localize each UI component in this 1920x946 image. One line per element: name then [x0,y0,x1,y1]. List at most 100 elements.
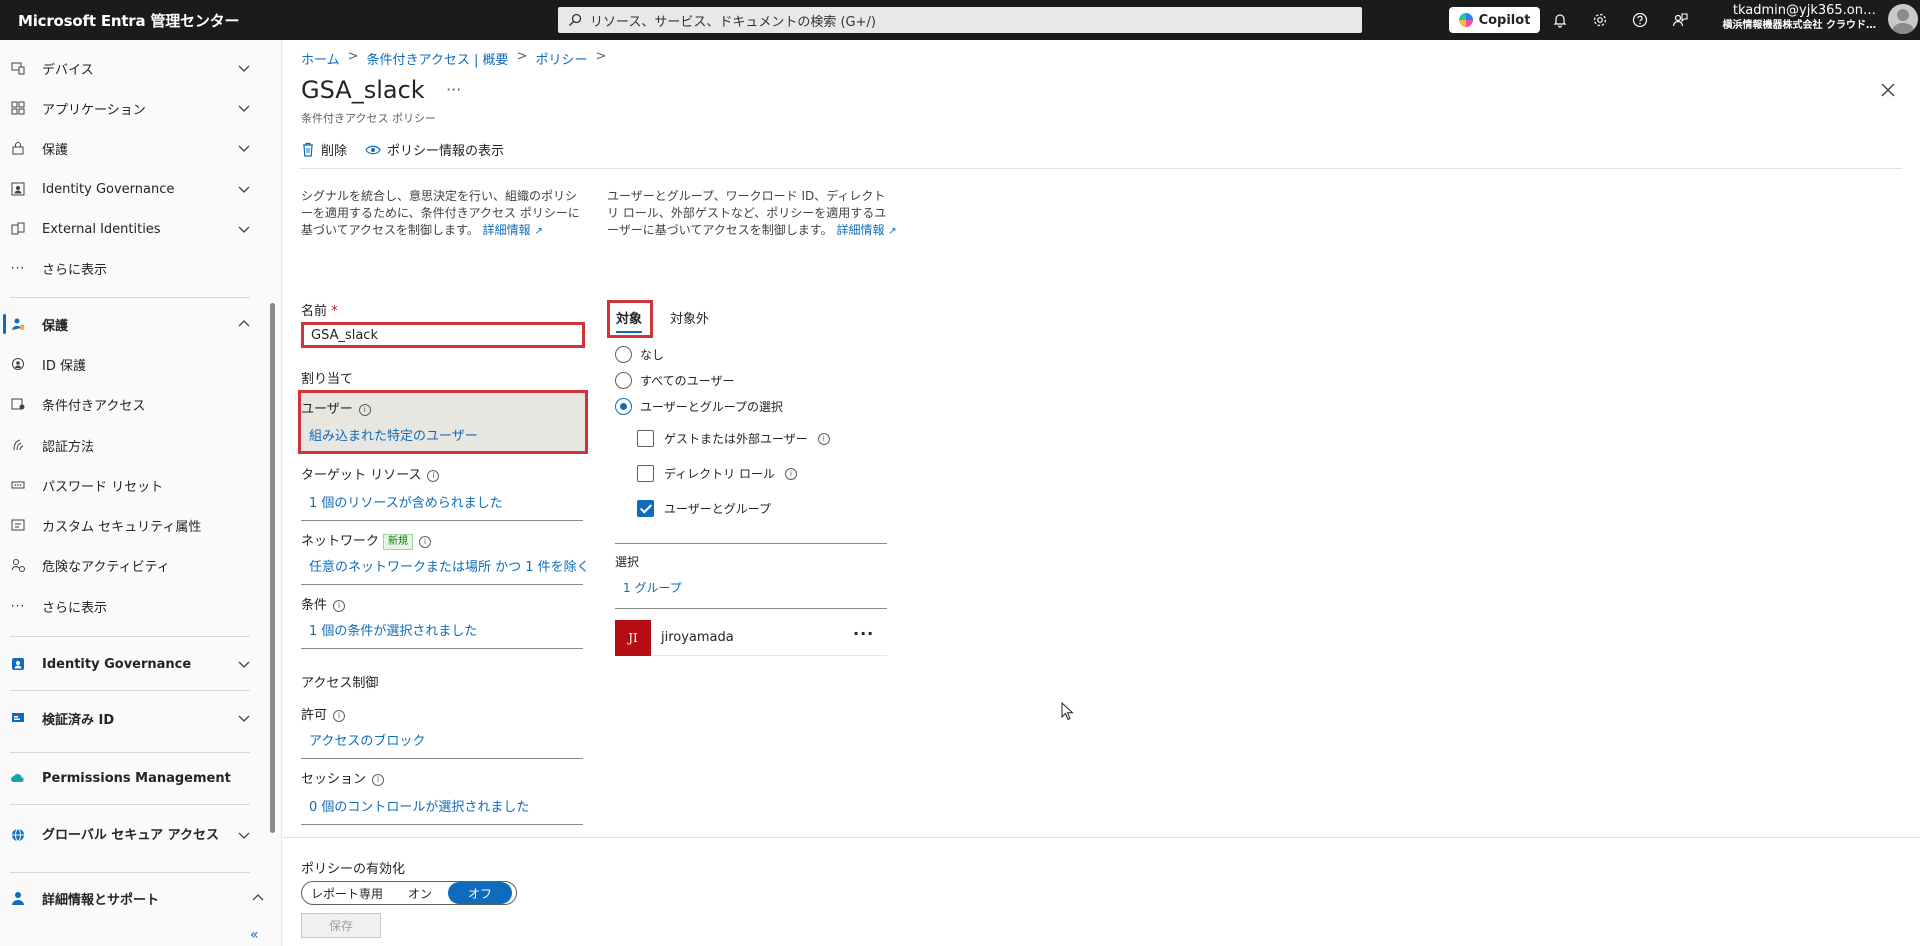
chevron-down-icon [238,65,250,72]
row-divider [301,584,583,585]
radio-label: ユーザーとグループの選択 [640,400,784,414]
sidebar-item-label: Identity Governance [42,656,192,672]
conditions-link[interactable]: 1 個の条件が選択されました [309,620,477,639]
info-icon: i [358,404,371,416]
radio-none[interactable]: なし [615,346,664,363]
delete-button[interactable]: 削除 [301,140,347,159]
member-name: jiroyamada [661,630,734,645]
sidebar-item-id-protection[interactable]: ID 保護 [0,346,262,382]
conditions-label: 条件 i [301,594,346,613]
copilot-icon [1458,13,1473,27]
scrollbar-thumb[interactable] [270,303,275,833]
command-bar: 削除 ポリシー情報の表示 [301,140,504,159]
sidebar-item-learn-support[interactable]: 詳細情報とサポート [0,880,264,916]
sidebar-item-label: さらに表示 [42,600,108,616]
sidebar-item-label: 保護 [42,318,69,334]
grant-link[interactable]: アクセスのブロック [309,730,425,749]
sidebar-scrollbar[interactable] [267,46,277,876]
member-more-button[interactable]: ··· [853,624,874,643]
checkbox[interactable] [637,465,654,482]
copilot-button[interactable]: Copilot [1449,7,1540,33]
checkbox[interactable] [637,500,654,517]
name-field[interactable]: GSA_slack [301,322,585,348]
toggle-report-only[interactable]: レポート専用 [302,882,392,904]
session-link[interactable]: 0 個のコントロールが選択されました [309,796,529,815]
sidebar-item-show-more-protection[interactable]: ··· さらに表示 [0,588,262,624]
search-input[interactable]: リソース、サービス、ドキュメントの検索 (G+/) [558,7,1362,33]
sidebar-item-risky-activities[interactable]: 危険なアクティビティ [0,547,262,583]
sidebar-item-verified-id[interactable]: 検証済み ID [0,700,262,736]
users-description: ユーザーとグループ、ワークロード ID、ディレクトリ ロール、外部ゲストなど、ポ… [607,188,897,240]
sidebar-item-auth-methods[interactable]: 認証方法 [0,427,262,463]
mouse-cursor-icon [1061,702,1074,721]
external-link-icon: ↗ [534,226,543,237]
account-info[interactable]: tkadmin@yjk365.on… 横浜情報機器株式会社 クラウド… [1716,3,1876,33]
sidebar-item-label: 検証済み ID [42,712,115,728]
more-options-button[interactable]: ··· [446,80,461,99]
info-icon: i [333,710,346,722]
radio-button[interactable] [615,398,632,415]
chevron-down-icon [238,186,250,193]
sidebar-item-protection-top[interactable]: 保護 [0,130,262,166]
checkbox-guest-external[interactable]: ゲストまたは外部ユーザー i [637,430,830,447]
tab-include[interactable]: 対象 [616,308,643,333]
row-divider [615,608,887,609]
page-subtitle: 条件付きアクセス ポリシー [301,112,436,125]
help-icon[interactable] [1629,9,1651,31]
sidebar-item-password-reset[interactable]: パスワード リセット [0,467,262,503]
view-policy-info-button[interactable]: ポリシー情報の表示 [365,140,504,159]
tab-exclude[interactable]: 対象外 [670,308,709,327]
radio-button[interactable] [615,372,632,389]
sidebar-item-protection[interactable]: 保護 [0,306,262,342]
sidebar-item-applications[interactable]: アプリケーション [0,90,262,126]
brand-title[interactable]: Microsoft Entra 管理センター [18,10,239,31]
radio-button[interactable] [615,346,632,363]
command-bar-divider [299,168,1902,169]
chevron-down-icon [238,105,250,112]
breadcrumb-conditional-access[interactable]: 条件付きアクセス | 概要 [367,49,509,68]
users-assignment-box[interactable]: ユーザー i 組み込まれた特定のユーザー [298,390,588,454]
conditional-access-icon [10,396,26,412]
learn-more-link[interactable]: 詳細情報 [836,223,884,237]
page-title: GSA_slack [301,76,425,104]
sidebar-item-permissions-management[interactable]: Permissions Management [0,760,262,796]
learn-more-link[interactable]: 詳細情報 [483,223,531,237]
sidebar-item-devices[interactable]: デバイス [0,50,262,86]
radio-all-users[interactable]: すべてのユーザー [615,372,734,389]
toggle-off[interactable]: オフ [448,882,512,904]
avatar[interactable] [1888,4,1918,34]
sidebar-item-identity-governance[interactable]: Identity Governance [0,646,262,682]
sidebar-item-global-secure-access[interactable]: グローバル セキュア アクセス [0,812,262,858]
bell-icon[interactable] [1549,9,1571,31]
save-button[interactable]: 保存 [301,913,381,938]
target-resources-link[interactable]: 1 個のリソースが含められました [309,492,503,511]
enable-policy-toggle[interactable]: レポート専用 オン オフ [301,881,517,905]
users-assignment-link[interactable]: 組み込まれた特定のユーザー [309,425,478,444]
chevron-up-icon [238,320,250,327]
breadcrumb-home[interactable]: ホーム [301,49,340,68]
sidebar-item-identity-governance-top[interactable]: Identity Governance [0,171,262,207]
member-avatar: JI [615,620,651,656]
checkbox-directory-roles[interactable]: ディレクトリ ロール i [637,465,797,482]
checkbox-users-groups[interactable]: ユーザーとグループ [637,500,771,517]
sidebar-item-show-more-top[interactable]: ··· さらに表示 [0,250,262,286]
close-icon[interactable] [1879,81,1897,99]
sidebar-item-conditional-access[interactable]: 条件付きアクセス [0,386,262,422]
sidebar-item-custom-security-attributes[interactable]: カスタム セキュリティ属性 [0,507,262,543]
breadcrumb-policies[interactable]: ポリシー [535,49,587,68]
users-selection-panel: ユーザーとグループ、ワークロード ID、ディレクトリ ロール、外部ゲストなど、ポ… [607,188,907,656]
checkbox[interactable] [637,430,654,447]
lock-icon [10,140,26,156]
network-link[interactable]: 任意のネットワークまたは場所 かつ 1 件を除く [309,556,590,575]
toggle-on[interactable]: オン [392,882,448,904]
gear-icon[interactable] [1589,9,1611,31]
sidebar-item-label: デバイス [42,62,94,78]
top-bar: Microsoft Entra 管理センター リソース、サービス、ドキュメントの… [0,0,1920,40]
governance-icon [10,656,26,672]
feedback-icon[interactable] [1669,9,1691,31]
breadcrumb-separator: > [516,49,528,64]
collapse-sidebar-button[interactable]: « [250,927,259,943]
radio-select-users-groups[interactable]: ユーザーとグループの選択 [615,398,783,415]
sidebar-item-external-identities[interactable]: External Identities [0,211,262,247]
selected-groups-link[interactable]: 1 グループ [623,579,682,596]
